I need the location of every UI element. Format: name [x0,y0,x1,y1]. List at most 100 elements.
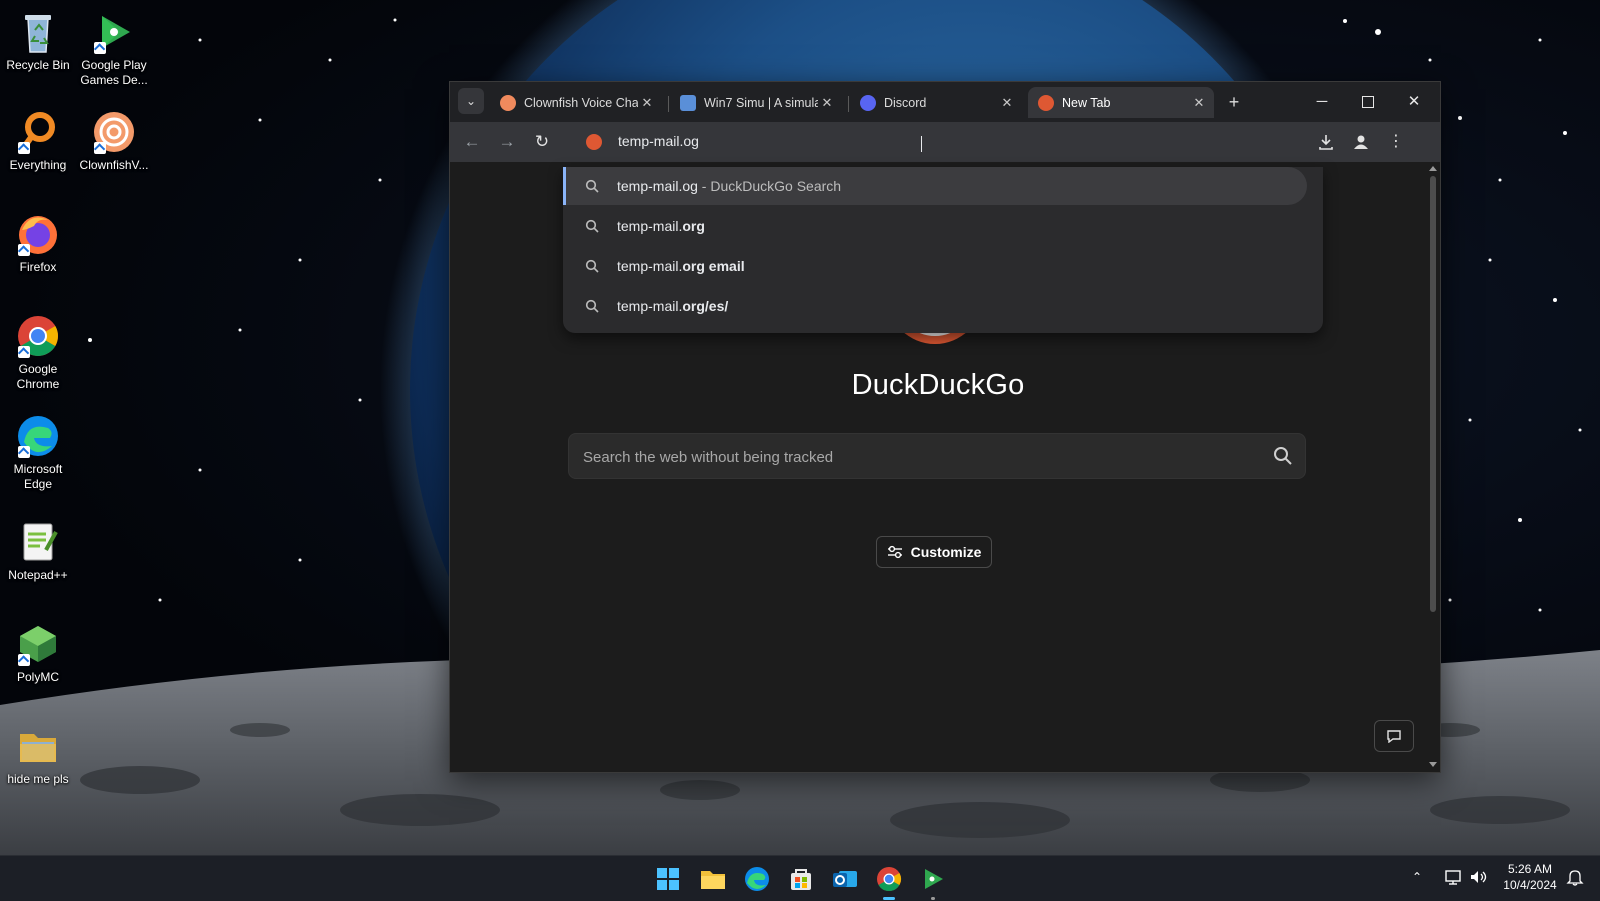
minimize-button[interactable]: ─ [1302,88,1342,116]
clock[interactable]: 5:26 AM 10/4/2024 [1500,861,1560,893]
notifications-button[interactable] [1566,868,1584,889]
maximize-icon [1362,96,1374,109]
close-tab-icon[interactable]: ✕ [1190,95,1208,111]
suggestion-bold-text: org/es/ [682,298,729,314]
search-input[interactable] [581,434,1245,480]
desktop-icon-recycle-bin[interactable]: Recycle Bin [0,10,76,73]
google-play-games-icon [92,10,136,54]
scroll-down-icon[interactable] [1429,762,1437,767]
forward-button[interactable]: → [493,128,521,156]
polymc-cube-icon [16,622,60,666]
desktop-icon-notepad-plus-plus[interactable]: Notepad++ [0,520,76,583]
suggestion-text: temp-mail. [617,298,683,314]
tab-new-tab[interactable]: New Tab ✕ [1028,87,1214,118]
desktop-icon-label: Notepad++ [8,568,68,582]
suggestion-item[interactable]: temp-mail.og - DuckDuckGo Search [563,167,1307,205]
tab-separator [848,96,849,112]
downloads-button[interactable] [1312,128,1340,156]
start-button[interactable] [652,863,684,895]
tab-separator [668,96,669,112]
taskbar-chrome[interactable] [873,863,905,900]
duckduckgo-favicon-icon [1038,94,1054,111]
desktop-icon-label: Google Chrome [16,362,60,391]
tab-search-button[interactable]: ⌄ [458,88,484,114]
page-scrollbar[interactable] [1426,162,1440,772]
taskbar-edge[interactable] [741,863,773,895]
clock-time: 5:26 AM [1507,862,1553,876]
suggestion-item[interactable]: temp-mail. org email [563,247,1307,285]
chevron-up-icon: ⌃ [1412,870,1423,884]
magnifier-search-icon [16,110,60,154]
search-icon [585,259,599,273]
taskbar-outlook[interactable] [829,863,861,895]
outlook-mail-icon [833,871,857,887]
back-button[interactable]: ← [458,128,486,156]
suggestion-text: temp-mail. [617,218,683,234]
browser-toolbar: ← → ↻ temp-mail.og ⋮ [450,122,1440,162]
shortcut-arrow-icon [18,244,30,256]
desktop-icon-label: Firefox [19,260,57,274]
close-window-button[interactable]: ✕ [1394,88,1434,116]
shortcut-arrow-icon [18,446,30,458]
desktop-icon-everything[interactable]: Everything [0,110,76,173]
customize-label: Customize [910,544,982,560]
desktop-icon-google-chrome[interactable]: Google Chrome [0,314,76,392]
close-tab-icon[interactable]: ✕ [998,95,1016,111]
tab-clownfish[interactable]: Clownfish Voice Changer ✕ [490,87,662,118]
suggestion-source: - DuckDuckGo Search [697,178,842,194]
new-tab-button[interactable]: + [1222,90,1246,114]
store-bag-icon [791,869,811,890]
kebab-menu-icon: ⋮ [1388,133,1404,150]
suggestion-text: temp-mail.og [617,178,698,194]
desktop-icon-polymc[interactable]: PolyMC [0,622,76,685]
suggestion-bold-text: org [682,218,705,234]
tab-discord[interactable]: Discord ✕ [850,87,1022,118]
omnibox-suggestions: temp-mail.og - DuckDuckGo Search temp-ma… [563,167,1323,333]
scroll-thumb[interactable] [1430,176,1436,612]
feedback-button[interactable] [1374,720,1414,752]
desktop-icon-hide-me-pls[interactable]: hide me pls [0,724,76,787]
tab-title: New Tab [1062,95,1111,110]
volume-button[interactable] [1469,868,1487,889]
reload-button[interactable]: ↻ [528,128,556,156]
search-button[interactable] [1273,446,1293,466]
desktop-icon-label: Recycle Bin [6,58,70,72]
close-tab-icon[interactable]: ✕ [818,95,836,111]
taskbar-file-explorer[interactable] [697,863,729,895]
address-bar-input[interactable]: temp-mail.og [618,133,699,149]
desktop-icon-clownfish[interactable]: ClownfishV... [76,110,152,173]
profile-button[interactable] [1347,128,1375,156]
desktop-icon-google-play-games[interactable]: Google Play Games De... [76,10,152,88]
show-hidden-icons-button[interactable]: ⌃ [1412,870,1422,884]
clock-date: 10/4/2024 [1503,878,1557,892]
profile-icon [1354,135,1368,149]
close-tab-icon[interactable]: ✕ [638,95,656,111]
sliders-icon [887,545,902,559]
suggestion-item[interactable]: temp-mail. org [563,207,1307,245]
windows-start-icon [657,868,679,890]
customize-button[interactable]: Customize [876,536,992,568]
suggestion-bold-text: org email [682,258,745,274]
notepad-plus-plus-icon [16,520,60,564]
folder-icon [16,724,60,768]
network-button[interactable] [1444,868,1462,889]
scroll-up-icon[interactable] [1429,166,1437,171]
taskbar-microsoft-store[interactable] [785,863,817,895]
arrow-left-icon: ← [463,132,481,151]
desktop-icon-label: hide me pls [7,772,69,786]
suggestion-item[interactable]: temp-mail. org/es/ [563,287,1307,325]
chevron-down-icon: ⌄ [465,94,477,108]
desktop-icon-firefox[interactable]: Firefox [0,212,76,275]
maximize-button[interactable] [1348,88,1388,116]
chat-bubble-icon [1387,730,1401,743]
taskbar-google-play-games[interactable] [917,863,949,900]
google-play-games-icon [925,869,943,889]
desktop-icon-microsoft-edge[interactable]: Microsoft Edge [0,414,76,492]
close-icon: ✕ [1407,93,1421,110]
tab-win7-simu[interactable]: Win7 Simu | A simulator ✕ [670,87,842,118]
desktop-icon-label: PolyMC [16,670,59,684]
search-box [568,433,1306,480]
edge-icon [16,414,60,458]
shortcut-arrow-icon [18,346,30,358]
menu-button[interactable]: ⋮ [1382,128,1410,156]
